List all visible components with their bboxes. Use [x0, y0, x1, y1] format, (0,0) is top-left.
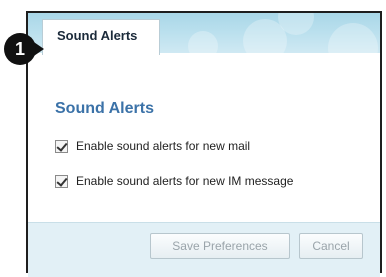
step-marker-badge: 1 — [4, 33, 36, 65]
new-im-alert-checkbox[interactable] — [55, 174, 68, 188]
option-label: Enable sound alerts for new mail — [76, 139, 251, 153]
option-new-im: Enable sound alerts for new IM message — [55, 173, 293, 189]
section-title: Sound Alerts — [55, 100, 154, 117]
option-new-mail: Enable sound alerts for new mail — [55, 138, 250, 154]
save-preferences-button[interactable]: Save Preferences — [150, 233, 290, 259]
background-decoration — [188, 31, 218, 53]
tab-label: Sound Alerts — [57, 28, 138, 43]
checkmark-icon — [56, 174, 68, 187]
cancel-button[interactable]: Cancel — [299, 233, 363, 259]
tab-sound-alerts[interactable]: Sound Alerts — [42, 19, 160, 55]
background-decoration — [328, 23, 378, 53]
screenshot-frame: Sound Alerts 1 Sound Alerts Enable sound… — [0, 0, 386, 277]
new-mail-alert-checkbox[interactable] — [55, 139, 68, 153]
option-label: Enable sound alerts for new IM message — [76, 174, 294, 188]
checkmark-icon — [56, 139, 68, 152]
